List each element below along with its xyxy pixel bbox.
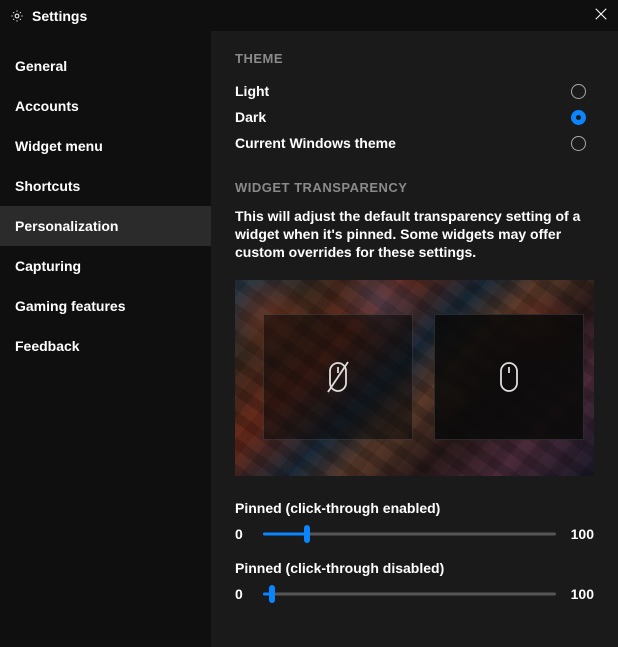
close-button[interactable] (594, 7, 608, 24)
mouse-icon (495, 360, 523, 394)
sidebar-item-general[interactable]: General (0, 46, 211, 86)
sidebar-item-personalization[interactable]: Personalization (0, 206, 211, 246)
sidebar-item-label: Shortcuts (15, 178, 80, 194)
transparency-preview (235, 280, 594, 476)
transparency-heading: WIDGET TRANSPARENCY (235, 180, 594, 195)
radio-label: Light (235, 83, 269, 99)
slider-min: 0 (235, 526, 253, 542)
preview-pane-click-through (263, 314, 413, 440)
main-panel: THEME Light Dark Current Windows theme W… (211, 31, 618, 647)
slider-click-through-enabled: Pinned (click-through enabled) 0 100 (235, 500, 594, 542)
sidebar-item-capturing[interactable]: Capturing (0, 246, 211, 286)
sidebar-item-shortcuts[interactable]: Shortcuts (0, 166, 211, 206)
sidebar-item-label: Gaming features (15, 298, 125, 314)
titlebar: Settings (0, 0, 618, 31)
sidebar-item-label: Feedback (15, 338, 80, 354)
sidebar-item-gaming-features[interactable]: Gaming features (0, 286, 211, 326)
theme-heading: THEME (235, 51, 594, 66)
preview-pane-opaque (434, 314, 584, 440)
gear-icon (10, 9, 24, 23)
sidebar-item-accounts[interactable]: Accounts (0, 86, 211, 126)
mouse-click-through-icon (324, 360, 352, 394)
slider-max: 100 (566, 526, 594, 542)
sidebar-item-feedback[interactable]: Feedback (0, 326, 211, 366)
radio-label: Current Windows theme (235, 135, 396, 151)
sidebar-item-label: Widget menu (15, 138, 103, 154)
theme-option-dark[interactable]: Dark (235, 104, 594, 130)
radio-label: Dark (235, 109, 266, 125)
slider-click-through-disabled: Pinned (click-through disabled) 0 100 (235, 560, 594, 602)
sidebar-item-label: Personalization (15, 218, 118, 234)
radio-indicator (571, 110, 586, 125)
slider-max: 100 (566, 586, 594, 602)
sidebar-item-label: Accounts (15, 98, 79, 114)
sidebar: General Accounts Widget menu Shortcuts P… (0, 31, 211, 647)
sidebar-item-widget-menu[interactable]: Widget menu (0, 126, 211, 166)
radio-indicator (571, 84, 586, 99)
slider-label: Pinned (click-through disabled) (235, 560, 594, 576)
slider-track[interactable] (263, 587, 556, 601)
window-title: Settings (32, 8, 87, 24)
theme-option-light[interactable]: Light (235, 78, 594, 104)
theme-option-system[interactable]: Current Windows theme (235, 130, 594, 156)
sidebar-item-label: General (15, 58, 67, 74)
slider-min: 0 (235, 586, 253, 602)
sidebar-item-label: Capturing (15, 258, 81, 274)
transparency-description: This will adjust the default transparenc… (235, 207, 594, 262)
radio-indicator (571, 136, 586, 151)
slider-label: Pinned (click-through enabled) (235, 500, 594, 516)
slider-track[interactable] (263, 527, 556, 541)
